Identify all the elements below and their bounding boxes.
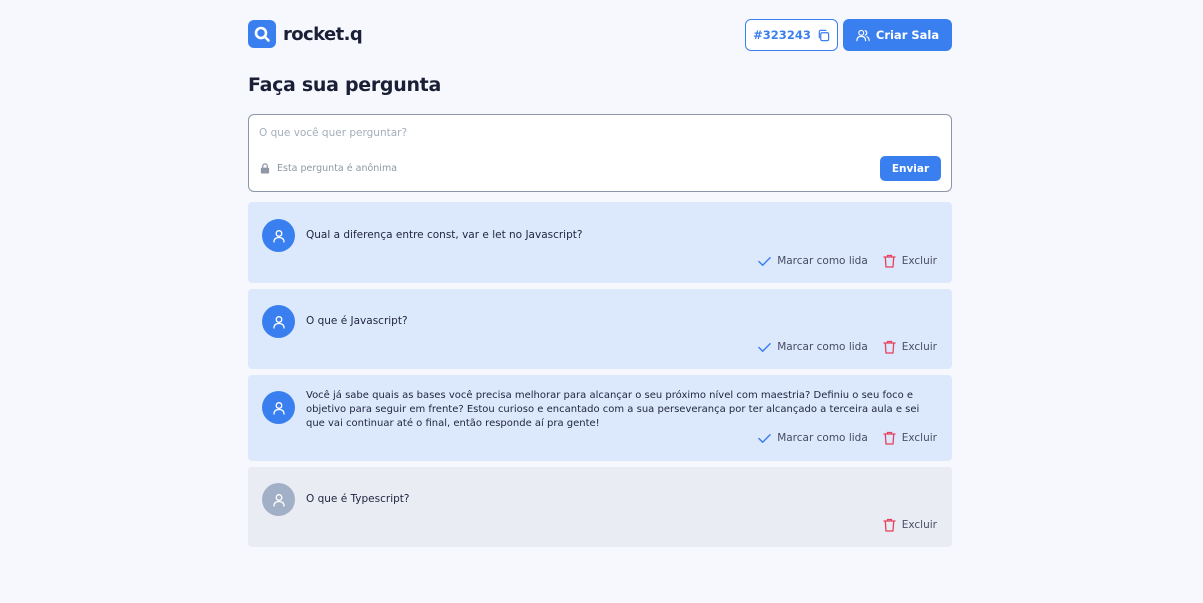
logo-text: rocket.q xyxy=(283,23,363,45)
anonymous-note: Esta pergunta é anônima xyxy=(260,163,397,174)
delete-label: Excluir xyxy=(901,255,937,267)
user-icon xyxy=(272,493,285,507)
create-room-label: Criar Sala xyxy=(875,28,940,42)
room-code-button[interactable]: #323243 xyxy=(745,19,838,51)
delete-label: Excluir xyxy=(901,341,937,353)
mark-read-label: Marcar como lida xyxy=(777,341,868,353)
avatar xyxy=(262,391,295,424)
question-actions: Excluir xyxy=(883,518,937,532)
question-actions: Marcar como lida Excluir xyxy=(758,431,937,445)
check-icon xyxy=(758,256,772,266)
avatar xyxy=(262,483,295,516)
delete-label: Excluir xyxy=(901,519,937,531)
logo[interactable]: rocket.q xyxy=(248,20,363,48)
question-input[interactable] xyxy=(259,125,859,141)
copy-icon xyxy=(818,29,830,41)
avatar xyxy=(262,305,295,338)
question-text: Você já sabe quais as bases você precisa… xyxy=(306,390,920,429)
trash-icon xyxy=(883,518,896,532)
question-actions: Marcar como lida Excluir xyxy=(758,340,937,354)
page-title: Faça sua pergunta xyxy=(248,74,441,96)
mark-read-button[interactable]: Marcar como lida xyxy=(758,341,868,353)
room-code: #323243 xyxy=(753,28,811,42)
create-room-button[interactable]: Criar Sala xyxy=(843,19,952,51)
delete-button[interactable]: Excluir xyxy=(883,431,937,445)
question-text: O que é Javascript? xyxy=(306,315,408,327)
trash-icon xyxy=(883,431,896,445)
delete-label: Excluir xyxy=(901,432,937,444)
mark-read-button[interactable]: Marcar como lida xyxy=(758,255,868,267)
anonymous-note-text: Esta pergunta é anônima xyxy=(277,163,398,174)
delete-button[interactable]: Excluir xyxy=(883,518,937,532)
send-button[interactable]: Enviar xyxy=(880,156,941,181)
user-icon xyxy=(272,401,285,415)
user-icon xyxy=(272,229,285,243)
avatar xyxy=(262,219,295,252)
users-icon xyxy=(856,29,870,41)
mark-read-label: Marcar como lida xyxy=(777,432,868,444)
mark-read-button[interactable]: Marcar como lida xyxy=(758,432,868,444)
question-card: O que é Javascript? Marcar como lida Exc… xyxy=(248,289,952,369)
question-form: Esta pergunta é anônima Enviar xyxy=(248,114,952,192)
question-card: Qual a diferença entre const, var e let … xyxy=(248,202,952,283)
delete-button[interactable]: Excluir xyxy=(883,254,937,268)
logo-mark-icon xyxy=(248,20,276,48)
trash-icon xyxy=(883,254,896,268)
question-actions: Marcar como lida Excluir xyxy=(758,254,937,268)
delete-button[interactable]: Excluir xyxy=(883,340,937,354)
mark-read-label: Marcar como lida xyxy=(777,255,868,267)
question-card: Você já sabe quais as bases você precisa… xyxy=(248,375,952,461)
header: rocket.q #323243 Criar Sala xyxy=(248,19,952,51)
check-icon xyxy=(758,433,772,443)
check-icon xyxy=(758,342,772,352)
page: rocket.q #323243 Criar Sala Faça sua per… xyxy=(0,0,1203,603)
user-icon xyxy=(272,315,285,329)
lock-icon xyxy=(260,163,270,174)
trash-icon xyxy=(883,340,896,354)
question-text: Qual a diferença entre const, var e let … xyxy=(306,229,583,241)
question-text: O que é Typescript? xyxy=(306,493,410,505)
question-card-read: O que é Typescript? Excluir xyxy=(248,467,952,547)
